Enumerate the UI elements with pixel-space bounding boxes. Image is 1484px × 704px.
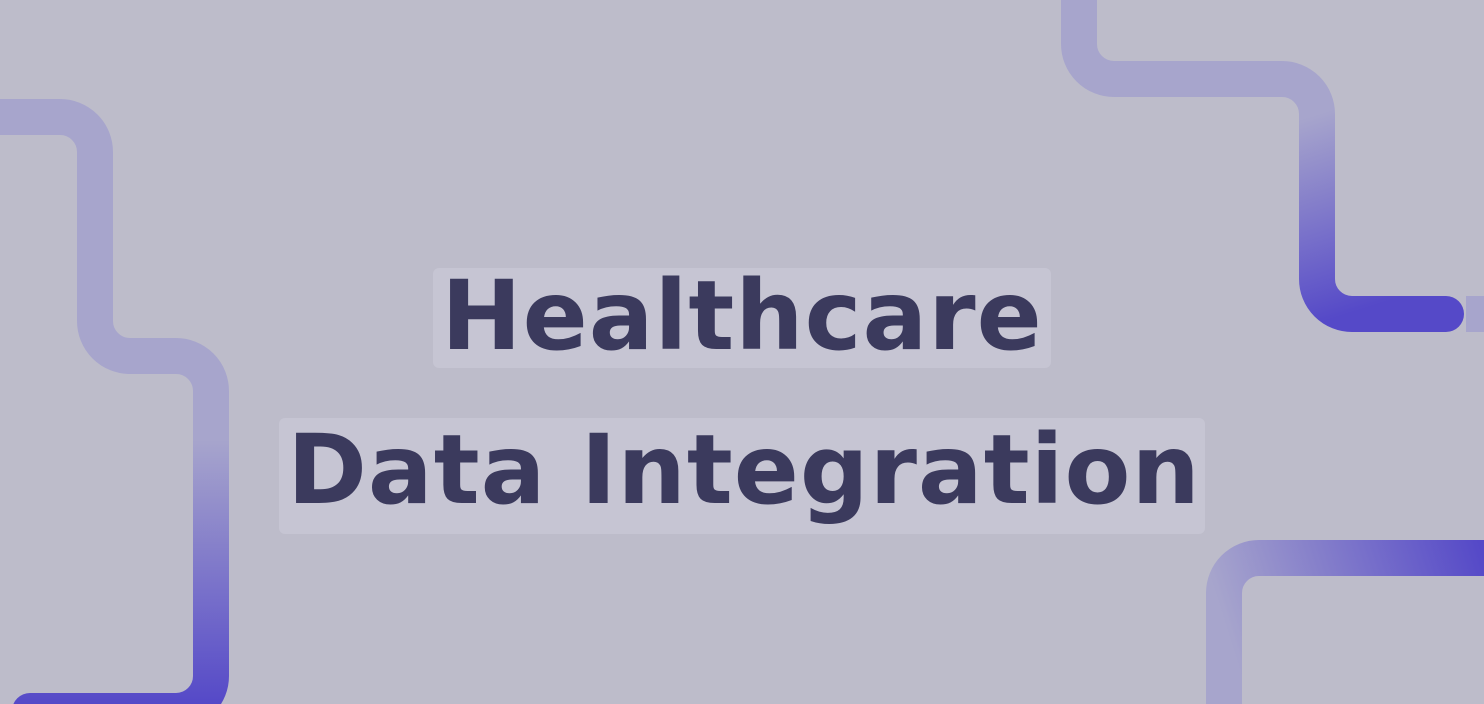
title-line-2-wrapper: Data Integration xyxy=(0,418,1484,534)
banner-canvas: Healthcare Data Integration xyxy=(0,0,1484,704)
title-line-2: Data Integration xyxy=(279,418,1205,534)
title-line-1-wrapper: Healthcare xyxy=(0,268,1484,368)
bottom-right-connector-line xyxy=(1206,540,1484,704)
top-right-connector-line xyxy=(1061,0,1464,332)
left-connector-line xyxy=(0,99,229,704)
title-line-1: Healthcare xyxy=(433,268,1051,368)
